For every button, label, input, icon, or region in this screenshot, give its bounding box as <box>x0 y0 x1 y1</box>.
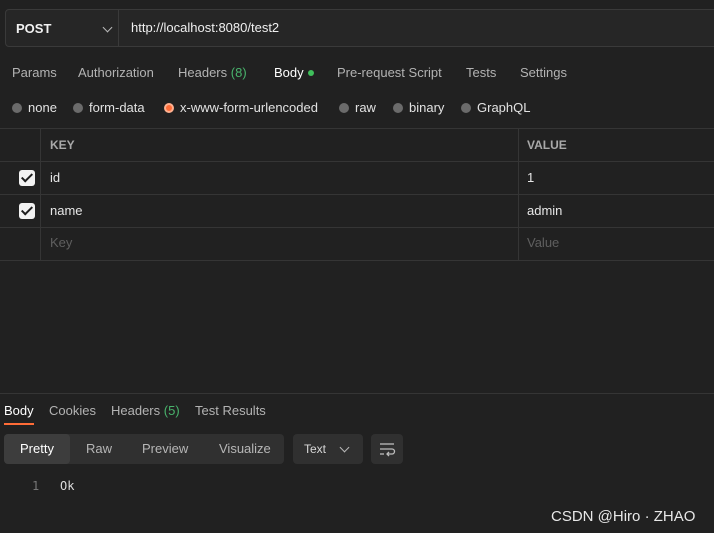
radio-raw[interactable]: raw <box>339 100 376 115</box>
radio-selected-icon <box>164 102 174 113</box>
table-divider <box>0 194 714 195</box>
format-select[interactable]: Text <box>293 434 363 464</box>
row-checkbox[interactable] <box>19 203 35 219</box>
format-label: Text <box>304 442 327 456</box>
method-label: POST <box>16 21 52 36</box>
tab-settings[interactable]: Settings <box>520 65 567 80</box>
method-select[interactable]: POST <box>5 9 119 47</box>
tab-params[interactable]: Params <box>12 65 57 80</box>
value-placeholder[interactable]: Value <box>527 235 559 250</box>
response-tab-body[interactable]: Body <box>4 403 34 418</box>
view-visualize[interactable]: Visualize <box>219 441 271 456</box>
response-headers-count: (5) <box>163 403 180 418</box>
table-divider <box>0 128 714 129</box>
radio-graphql[interactable]: GraphQL <box>461 100 530 115</box>
response-tab-headers[interactable]: Headers (5) <box>111 403 180 418</box>
watermark: CSDN @Hiro · ZHAO <box>551 508 696 525</box>
key-placeholder[interactable]: Key <box>50 235 72 250</box>
column-divider <box>518 128 519 260</box>
response-tab-cookies[interactable]: Cookies <box>49 403 96 418</box>
radio-x-www-form-urlencoded[interactable]: x-www-form-urlencoded <box>164 100 318 115</box>
tab-pre-request-script[interactable]: Pre-request Script <box>337 65 442 80</box>
radio-icon <box>73 102 83 113</box>
param-value[interactable]: admin <box>527 203 562 218</box>
table-divider <box>0 161 714 162</box>
url-input[interactable] <box>131 20 691 35</box>
view-pretty[interactable]: Pretty <box>20 441 54 456</box>
chevron-down-icon <box>339 442 350 453</box>
view-raw[interactable]: Raw <box>86 441 112 456</box>
view-preview[interactable]: Preview <box>142 441 188 456</box>
body-indicator-dot <box>307 69 314 76</box>
column-divider <box>40 128 41 260</box>
radio-binary[interactable]: binary <box>393 100 444 115</box>
view-mode-segmented: Pretty Raw Preview Visualize <box>4 434 284 464</box>
tab-tests[interactable]: Tests <box>466 65 496 80</box>
param-key[interactable]: name <box>50 203 83 218</box>
tab-body[interactable]: Body <box>274 65 314 80</box>
wrap-lines-button[interactable] <box>371 434 403 464</box>
wrap-lines-icon <box>380 443 396 457</box>
radio-form-data[interactable]: form-data <box>73 100 145 115</box>
param-key[interactable]: id <box>50 170 60 185</box>
response-divider <box>0 393 714 394</box>
row-checkbox[interactable] <box>19 170 35 186</box>
table-divider <box>0 227 714 228</box>
column-header-key: KEY <box>50 138 75 152</box>
tab-headers[interactable]: Headers (8) <box>178 65 247 80</box>
radio-icon <box>339 102 349 113</box>
line-number: 1 <box>32 479 40 493</box>
radio-icon <box>393 102 403 113</box>
radio-icon <box>12 102 22 113</box>
response-content: Ok <box>60 479 75 493</box>
url-bar[interactable] <box>119 9 714 47</box>
table-divider <box>0 260 714 261</box>
radio-icon <box>461 102 471 113</box>
active-tab-underline <box>4 423 34 425</box>
param-value[interactable]: 1 <box>527 170 534 185</box>
headers-count: (8) <box>230 65 247 80</box>
column-header-value: VALUE <box>527 138 567 152</box>
tab-authorization[interactable]: Authorization <box>78 65 154 80</box>
chevron-down-icon <box>102 22 113 33</box>
response-tab-test-results[interactable]: Test Results <box>195 403 266 418</box>
radio-none[interactable]: none <box>12 100 57 115</box>
